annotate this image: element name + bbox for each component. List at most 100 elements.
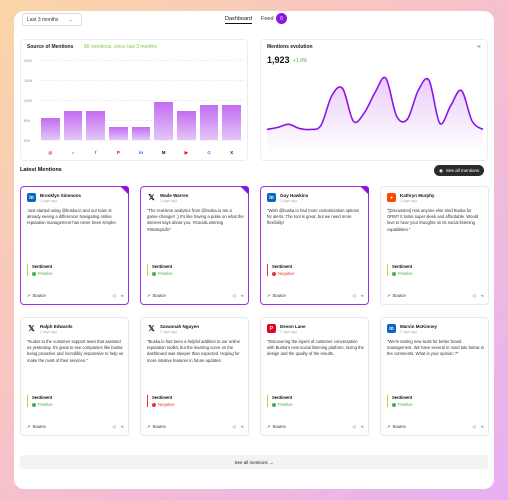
mention-card[interactable]: ● Kathryn Murphy 2 days ago "[Discussion] H… <box>380 186 489 305</box>
external-link-icon: ↗ <box>27 292 31 298</box>
source-of-mentions-panel: Source of Mentions 80 mentions, since la… <box>20 39 248 161</box>
mute-icon[interactable]: ◁ <box>232 293 235 298</box>
sentiment-value-row: Positive <box>392 271 484 276</box>
sentiment-block: Sentiment Positive <box>387 264 484 276</box>
mention-text: "We're testing new tools for better bran… <box>387 339 484 357</box>
sentiment-value: Positive <box>398 271 413 276</box>
mention-card[interactable]: P Devon Lane 2 days ago "Discovering the la… <box>260 317 369 436</box>
source-link-label: Source <box>152 292 166 298</box>
sentiment-block: Sentiment Negative <box>267 264 364 276</box>
source-link[interactable]: ↗ Source <box>27 293 112 298</box>
medium-icon: M <box>161 150 166 155</box>
mention-card[interactable]: 𝕏 Ralph Edwards 2 days ago "Kudos to the cu… <box>20 317 129 436</box>
source-link[interactable]: ↗ Source <box>267 424 352 429</box>
mute-icon[interactable]: ◁ <box>112 293 115 298</box>
sentiment-label: Sentiment <box>32 264 53 269</box>
arrow-right-icon: → <box>267 459 274 465</box>
mention-author: Brooklyn Simmons <box>40 193 82 198</box>
source-link[interactable]: ↗ Source <box>147 424 232 429</box>
gridline <box>39 100 243 101</box>
sentiment-value-row: Positive <box>32 271 124 276</box>
facebook-icon: f <box>94 150 97 155</box>
see-all-mentions-bottom-button[interactable]: See all mentions → <box>20 455 488 469</box>
top-bar: Last 3 months ⌄ Dashboard Feed 0 <box>14 11 494 33</box>
mention-footer: ↗ Source ◁ ⋖ <box>27 291 124 299</box>
sentiment-block: Sentiment Positive <box>27 264 124 276</box>
sentiment-block: Sentiment Positive <box>27 395 124 407</box>
mute-icon[interactable]: ◁ <box>352 293 355 298</box>
linkedin-icon: in <box>387 324 396 333</box>
mention-footer: ↗ Source ◁ ⋖ <box>27 422 124 430</box>
mention-text: "The real-time analytics from @buska.io … <box>147 208 244 232</box>
see-all-mentions-label: See all mentions <box>445 168 480 173</box>
sentiment-block: Sentiment Positive <box>387 395 484 407</box>
mention-card[interactable]: 𝕏 Savannah Nguyen 2 days ago "Buska.io has … <box>140 317 249 436</box>
pinterest-icon: P <box>267 324 276 333</box>
sentiment-block: Sentiment Positive <box>147 264 244 276</box>
bar-youtube <box>177 111 196 140</box>
date-range-select[interactable]: Last 3 months ⌄ <box>22 13 82 26</box>
source-link[interactable]: ↗ Source <box>147 293 232 298</box>
source-link[interactable]: ↗ Source <box>27 424 112 429</box>
sentiment-value-row: Positive <box>32 402 124 407</box>
mention-time: 2 days ago <box>280 330 298 334</box>
card-actions: ◁ ⋖ <box>352 293 364 298</box>
mention-time: 2 days ago <box>160 199 178 203</box>
mute-icon[interactable]: ◁ <box>472 293 475 298</box>
mention-text: "Buska.io has been a helpful addition to… <box>147 339 240 363</box>
see-all-mentions-button[interactable]: ◉ See all mentions <box>434 165 485 176</box>
mention-footer: ↗ Source ◁ ⋖ <box>387 422 484 430</box>
x-icon: 𝕏 <box>147 193 156 202</box>
share-icon[interactable]: ⋖ <box>240 424 244 429</box>
mute-icon[interactable]: ◁ <box>472 424 475 429</box>
source-link[interactable]: ↗ Source <box>387 293 472 298</box>
app-frame: Last 3 months ⌄ Dashboard Feed 0 Source … <box>14 11 494 489</box>
external-link-icon: ↗ <box>147 423 151 429</box>
source-link[interactable]: ↗ Source <box>387 424 472 429</box>
source-panel-subtitle: 80 mentions, since last 3 months <box>84 44 157 50</box>
share-icon[interactable]: ⋖ <box>120 424 124 429</box>
sentiment-value: Positive <box>398 402 413 407</box>
x-icon: X <box>230 150 234 155</box>
mention-author: Devon Lane <box>280 324 306 329</box>
card-actions: ◁ ⋖ <box>112 293 124 298</box>
mention-author: Kathryn Murphy <box>400 193 435 198</box>
mention-footer: ↗ Source ◁ ⋖ <box>267 422 364 430</box>
mention-card[interactable]: 𝕏 Wade Warren 2 days ago "The real-time ana… <box>140 186 249 305</box>
mention-card[interactable]: in Brooklyn Simmons 2 days ago 'Just starte… <box>20 186 129 305</box>
share-icon[interactable]: ⋖ <box>360 293 364 298</box>
source-link[interactable]: ↗ Source <box>267 293 352 298</box>
see-all-mentions-bottom-label: See all mentions <box>234 459 268 465</box>
share-icon[interactable]: ⋖ <box>480 424 484 429</box>
mentions-evolution-panel: Mentions evolution ⋖ 1,923 +1.9% <box>260 39 488 161</box>
mute-icon[interactable]: ◁ <box>352 424 355 429</box>
chevron-down-icon: ⌄ <box>68 16 73 23</box>
mute-icon[interactable]: ◁ <box>112 424 115 429</box>
mention-footer: ↗ Source ◁ ⋖ <box>147 422 244 430</box>
sentiment-value-row: Negative <box>272 271 364 276</box>
sentiment-value: Positive <box>158 271 173 276</box>
sentiment-label: Sentiment <box>392 395 413 400</box>
share-icon[interactable]: ⋖ <box>480 293 484 298</box>
source-link-label: Source <box>152 423 166 429</box>
share-icon[interactable]: ⋖ <box>120 293 124 298</box>
source-link-label: Source <box>32 292 46 298</box>
gridline <box>39 140 243 141</box>
bar-linkedin <box>131 127 151 140</box>
sentiment-value: Positive <box>278 402 293 407</box>
share-icon[interactable]: ⋖ <box>360 424 364 429</box>
mute-icon[interactable]: ◁ <box>232 424 235 429</box>
new-corner-marker <box>120 186 129 195</box>
tab-feed[interactable]: Feed <box>261 16 274 22</box>
sentiment-label: Sentiment <box>272 395 293 400</box>
mention-card[interactable]: in Marvin McKinney 2 days ago "We're testin… <box>380 317 489 436</box>
tab-dashboard[interactable]: Dashboard <box>225 16 252 24</box>
positive-dot-icon <box>152 271 156 276</box>
mention-text: 'Just started using @buska.io and our te… <box>27 208 117 226</box>
share-icon[interactable]: ⋖ <box>240 293 244 298</box>
mention-card[interactable]: in Guy Hawkins 2 days ago "Wish @buska.io h… <box>260 186 369 305</box>
mention-footer: ↗ Source ◁ ⋖ <box>147 291 244 299</box>
linkedin-icon: in <box>267 193 276 202</box>
youtube-icon: ▶ <box>184 150 189 155</box>
latest-mentions-title: Latest Mentions <box>20 167 62 173</box>
